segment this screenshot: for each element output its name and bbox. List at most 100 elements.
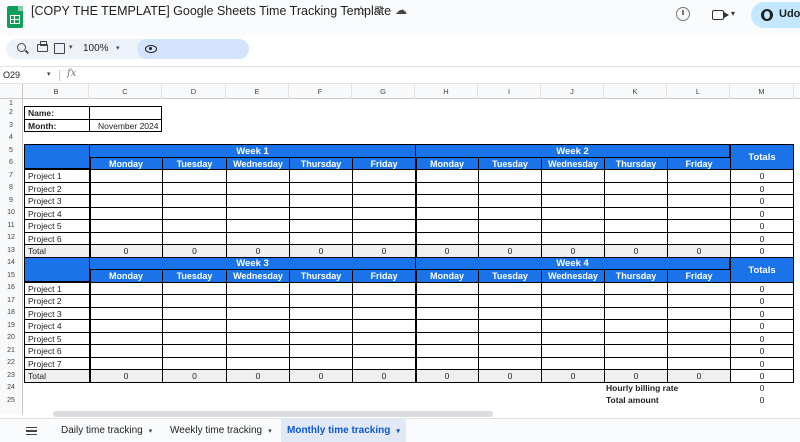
hours-cell[interactable] [604, 344, 668, 358]
hours-cell[interactable] [478, 219, 542, 233]
row-header[interactable]: 11 [0, 219, 22, 232]
column-header[interactable]: E [226, 84, 289, 99]
meet-video-icon[interactable] [712, 10, 729, 20]
hours-cell[interactable] [352, 344, 416, 358]
hours-cell[interactable] [415, 219, 479, 233]
column-header[interactable]: G [352, 84, 415, 99]
hours-cell[interactable] [89, 294, 163, 308]
hours-cell[interactable] [352, 319, 416, 333]
hours-cell[interactable] [478, 319, 542, 333]
hours-cell[interactable] [89, 219, 163, 233]
hours-cell[interactable] [604, 194, 668, 208]
hours-cell[interactable] [604, 219, 668, 233]
hours-cell[interactable] [541, 169, 605, 183]
cloud-status-icon[interactable]: ☁ [395, 3, 407, 17]
zoom-select[interactable]: 100% [83, 43, 109, 54]
star-icon[interactable]: ☆ [355, 3, 367, 19]
row-header[interactable]: 8 [0, 182, 22, 194]
hours-cell[interactable] [289, 294, 353, 308]
hours-cell[interactable] [667, 219, 731, 233]
hours-cell[interactable] [667, 319, 731, 333]
hours-cell[interactable] [289, 169, 353, 183]
chevron-down-icon[interactable]: ▾ [731, 9, 735, 18]
hours-cell[interactable] [89, 319, 163, 333]
hours-cell[interactable] [478, 169, 542, 183]
zoom-chevron-icon[interactable]: ▾ [116, 44, 120, 52]
row-header[interactable]: 18 [0, 307, 22, 319]
row-header[interactable]: 24 [0, 382, 22, 394]
hours-cell[interactable] [667, 194, 731, 208]
column-header[interactable]: D [162, 84, 226, 99]
name-box[interactable]: O29 [3, 70, 20, 80]
hours-cell[interactable] [541, 219, 605, 233]
hours-cell[interactable] [352, 169, 416, 183]
hours-cell[interactable] [352, 194, 416, 208]
hours-cell[interactable] [89, 194, 163, 208]
column-header[interactable]: L [667, 84, 730, 99]
hourly-rate-value[interactable]: 0 [730, 382, 794, 394]
hours-cell[interactable] [478, 294, 542, 308]
name-field[interactable] [89, 106, 162, 120]
row-header[interactable]: 13 [0, 244, 22, 257]
hours-cell[interactable] [478, 344, 542, 358]
hours-cell[interactable] [289, 219, 353, 233]
hours-cell[interactable] [162, 219, 227, 233]
hours-cell[interactable] [226, 344, 290, 358]
hours-cell[interactable] [289, 319, 353, 333]
hours-cell[interactable] [352, 294, 416, 308]
search-icon[interactable] [17, 43, 26, 52]
row-header[interactable]: 9 [0, 194, 22, 207]
row-header[interactable]: 15 [0, 269, 22, 282]
row-header[interactable]: 4 [0, 132, 22, 144]
hours-cell[interactable] [415, 319, 479, 333]
column-header[interactable]: H [415, 84, 478, 99]
hours-cell[interactable] [415, 344, 479, 358]
row-header[interactable]: 17 [0, 294, 22, 307]
paint-format-chevron-icon[interactable]: ▾ [69, 43, 73, 51]
hours-cell[interactable] [667, 344, 731, 358]
column-header[interactable]: B [24, 84, 89, 99]
print-icon[interactable] [37, 41, 48, 52]
hours-cell[interactable] [667, 169, 731, 183]
horizontal-scrollbar[interactable] [53, 411, 493, 417]
hours-cell[interactable] [226, 294, 290, 308]
row-header[interactable]: 25 [0, 394, 22, 407]
all-sheets-menu-icon[interactable] [26, 427, 37, 435]
column-header[interactable]: I [478, 84, 541, 99]
paint-format-icon[interactable] [54, 43, 65, 54]
hours-cell[interactable] [541, 319, 605, 333]
row-header[interactable]: 12 [0, 232, 22, 244]
hours-cell[interactable] [541, 344, 605, 358]
row-header[interactable]: 3 [0, 119, 22, 132]
hours-cell[interactable] [604, 319, 668, 333]
hours-cell[interactable] [415, 169, 479, 183]
hours-cell[interactable] [289, 344, 353, 358]
hours-cell[interactable] [415, 194, 479, 208]
row-header[interactable]: 22 [0, 357, 22, 369]
row-header[interactable]: 20 [0, 332, 22, 344]
column-header[interactable]: C [89, 84, 162, 99]
hours-cell[interactable] [226, 219, 290, 233]
hours-cell[interactable] [604, 169, 668, 183]
chevron-down-icon[interactable]: ▾ [396, 428, 400, 435]
sheet-tab[interactable]: Weekly time tracking ▾ [164, 419, 277, 442]
hours-cell[interactable] [478, 194, 542, 208]
column-header[interactable]: K [604, 84, 667, 99]
select-all-corner[interactable] [0, 84, 23, 99]
row-header[interactable]: 2 [0, 106, 22, 119]
hours-cell[interactable] [162, 169, 227, 183]
hours-cell[interactable] [667, 294, 731, 308]
name-box-chevron-icon[interactable]: ▾ [47, 70, 51, 78]
hours-cell[interactable] [289, 194, 353, 208]
hours-cell[interactable] [415, 294, 479, 308]
hours-cell[interactable] [89, 169, 163, 183]
row-header[interactable]: 10 [0, 207, 22, 219]
document-title[interactable]: [COPY THE TEMPLATE] Google Sheets Time T… [31, 4, 391, 18]
share-button[interactable]: Udos [751, 2, 800, 28]
hours-cell[interactable] [89, 344, 163, 358]
month-field[interactable]: November 2024 [89, 119, 162, 132]
hours-cell[interactable] [162, 194, 227, 208]
row-header[interactable]: 6 [0, 157, 22, 169]
column-header[interactable]: M [730, 84, 794, 99]
hours-cell[interactable] [541, 294, 605, 308]
